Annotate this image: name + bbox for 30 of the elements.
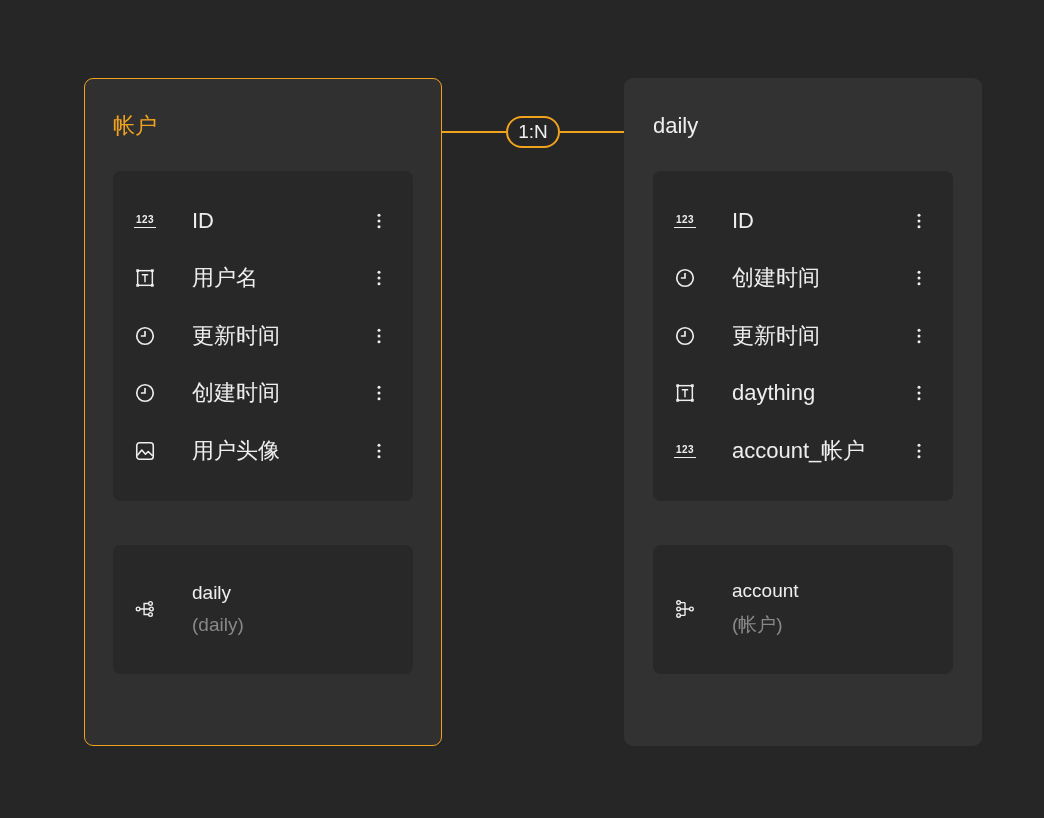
clock-icon [674,324,696,347]
relation-name: account [732,580,799,602]
field-name: 创建时间 [732,264,821,293]
relation-target: (帐户) [732,613,784,637]
field-name: ID [192,207,215,234]
table-card[interactable]: daily 123 ID 创建时间 更新时间 daything 123 account_帐户 account (帐户) [624,78,982,746]
text-field-icon [674,382,696,405]
field-name: 用户名 [192,264,259,293]
field-name: 更新时间 [192,321,281,350]
cardinality-badge: 1:N [506,116,560,148]
relation-line [559,131,624,133]
relation-target: (daily) [192,614,244,636]
field-name: 更新时间 [732,321,821,350]
table-title: daily [653,112,700,140]
clock-icon [134,382,156,405]
field-name: ID [732,207,755,234]
field-name: daything [732,380,817,407]
table-card[interactable]: 帐户 123 ID 用户名 更新时间 创建时间 用户头像 daily (daily) [84,78,442,746]
relation-line [442,131,507,133]
table-title: 帐户 [113,112,158,140]
clock-icon [674,267,696,290]
hierarchy-icon [674,598,696,620]
branch-icon [134,598,156,620]
relation-name: daily [192,582,233,604]
image-icon [134,439,156,462]
field-name: 创建时间 [192,379,281,408]
field-name: account_帐户 [732,436,867,465]
field-name: 用户头像 [192,436,281,465]
text-field-icon [134,267,156,290]
clock-icon [134,324,156,347]
